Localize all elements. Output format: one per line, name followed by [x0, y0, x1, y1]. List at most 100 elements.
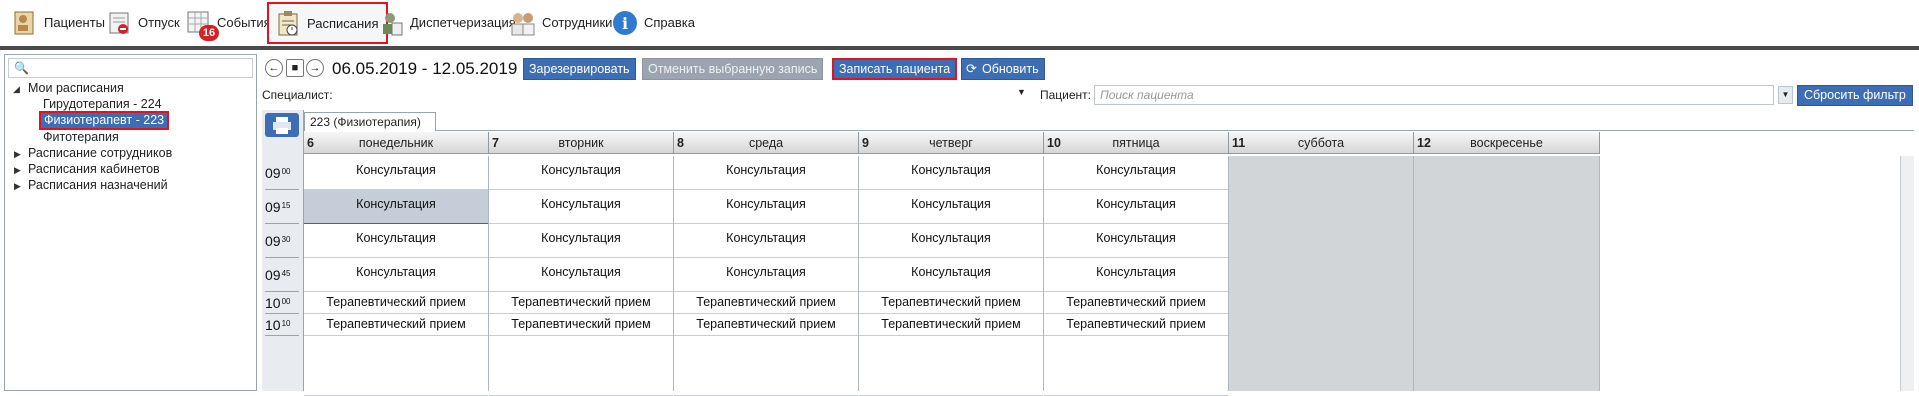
refresh-label: Обновить — [982, 62, 1039, 76]
collapse-arrow-icon[interactable]: ◢ — [13, 80, 20, 99]
day-column-11[interactable] — [1229, 156, 1414, 391]
day-name: суббота — [1297, 136, 1345, 150]
appointment-slot[interactable]: Консультация — [859, 258, 1043, 292]
time-hour: 09 — [265, 165, 281, 181]
tree-search-input[interactable]: 🔍 — [8, 58, 253, 78]
appointment-slot[interactable]: Консультация — [304, 258, 488, 292]
appointment-slot-partial[interactable] — [304, 336, 488, 396]
patients-icon — [12, 9, 38, 37]
day-column-10[interactable]: Консультация Консультация Консультация Конс… — [1044, 156, 1229, 396]
specialist-dropdown-icon[interactable]: ▼ — [1017, 87, 1026, 97]
appointment-slot[interactable]: Консультация — [489, 190, 673, 224]
appointment-slot[interactable]: Консультация — [489, 258, 673, 292]
appointment-slot[interactable]: Консультация — [1044, 258, 1228, 292]
appointment-slot[interactable]: Консультация — [1044, 156, 1228, 190]
calendar-button[interactable]: ■ — [286, 59, 304, 77]
time-minute: 30 — [281, 235, 291, 244]
time-label: 1010 — [265, 317, 290, 333]
appointment-slot[interactable]: Консультация — [859, 190, 1043, 224]
appointment-slot[interactable]: Консультация — [859, 224, 1043, 258]
reset-filter-button[interactable]: Сбросить фильтр — [1797, 85, 1913, 106]
appointment-slot[interactable]: Консультация — [674, 190, 858, 224]
time-hour: 09 — [265, 199, 281, 215]
time-minute: 00 — [281, 167, 291, 176]
tree-appointment-schedules[interactable]: ▶ Расписания назначений — [13, 176, 168, 195]
printer-icon — [273, 117, 291, 134]
tab-strip-line — [304, 130, 1914, 131]
tree-appointment-schedules-label: Расписания назначений — [28, 178, 168, 192]
time-hour: 10 — [265, 317, 281, 333]
prev-week-button[interactable]: ← — [265, 59, 283, 77]
appointment-slot-partial[interactable] — [1044, 336, 1228, 396]
patient-dropdown-icon[interactable]: ▼ — [1778, 86, 1793, 104]
print-button[interactable] — [265, 113, 299, 137]
appointment-slot[interactable]: Терапевтический прием — [859, 314, 1043, 336]
appointment-slot[interactable]: Терапевтический прием — [304, 292, 488, 314]
appointment-slot[interactable]: Консультация — [674, 258, 858, 292]
time-minute: 10 — [281, 319, 291, 328]
menu-vacation[interactable]: Отпуск — [106, 4, 180, 41]
day-name: вторник — [558, 136, 604, 150]
time-label: 0945 — [265, 267, 290, 283]
tree-room-schedules-label: Расписания кабинетов — [28, 162, 160, 176]
menu-help-label: Справка — [644, 15, 695, 30]
refresh-icon: ⟳ — [966, 61, 977, 76]
info-icon: i — [612, 9, 638, 37]
appointment-slot[interactable]: Консультация — [304, 190, 488, 224]
day-header-8: 8 среда — [674, 132, 859, 154]
day-column-8[interactable]: Консультация Консультация Консультация Конс… — [674, 156, 859, 396]
next-week-button[interactable]: → — [306, 59, 324, 77]
menu-staff[interactable]: Сотрудники — [510, 4, 612, 41]
staff-icon — [510, 9, 536, 37]
appointment-slot[interactable]: Консультация — [859, 156, 1043, 190]
expand-arrow-icon[interactable]: ▶ — [14, 177, 21, 196]
appointment-slot[interactable]: Терапевтический прием — [674, 292, 858, 314]
time-separator — [265, 313, 299, 314]
appointment-slot[interactable]: Терапевтический прием — [1044, 314, 1228, 336]
time-separator — [265, 223, 299, 224]
day-column-6[interactable]: Консультация Консультация Консультация Конс… — [304, 156, 489, 396]
tab-room-223[interactable]: 223 (Физиотерапия) — [304, 112, 436, 131]
time-minute: 45 — [281, 269, 291, 278]
menu-help[interactable]: i Справка — [612, 4, 695, 41]
appointment-slot[interactable]: Консультация — [489, 224, 673, 258]
appointment-slot-partial[interactable] — [859, 336, 1043, 396]
appointment-slot[interactable]: Терапевтический прием — [304, 314, 488, 336]
vertical-scrollbar[interactable] — [1900, 156, 1914, 391]
day-column-9[interactable]: Консультация Консультация Консультация Конс… — [859, 156, 1044, 396]
appointment-slot[interactable]: Консультация — [1044, 224, 1228, 258]
reserve-button[interactable]: Зарезервировать — [523, 58, 636, 80]
appointment-slot[interactable]: Терапевтический прием — [859, 292, 1043, 314]
refresh-button[interactable]: ⟳ Обновить — [961, 58, 1045, 80]
time-label: 0930 — [265, 233, 290, 249]
patient-search-input[interactable]: Поиск пациента — [1094, 85, 1774, 105]
menu-patients[interactable]: Пациенты — [12, 4, 105, 41]
book-patient-button[interactable]: Записать пациента — [832, 58, 958, 80]
menu-schedules[interactable]: Расписания — [267, 2, 389, 44]
appointment-slot[interactable]: Терапевтический прием — [674, 314, 858, 336]
day-column-12[interactable] — [1414, 156, 1600, 391]
day-name: воскресенье — [1470, 136, 1543, 150]
filter-bar: Специалист: ▼ Пациент: Поиск пациента ▼ … — [262, 85, 1913, 107]
top-divider — [0, 46, 1919, 50]
day-column-7[interactable]: Консультация Консультация Консультация Конс… — [489, 156, 674, 396]
menu-events[interactable]: 16 События — [185, 4, 271, 41]
date-range: 06.05.2019 - 12.05.2019 — [332, 59, 518, 78]
appointment-slot[interactable]: Терапевтический прием — [489, 314, 673, 336]
time-separator — [265, 335, 299, 336]
appointment-slot[interactable]: Консультация — [674, 156, 858, 190]
cancel-record-button[interactable]: Отменить выбранную запись — [642, 58, 824, 80]
menu-dispensary[interactable]: Диспетчеризация — [378, 4, 516, 41]
appointment-slot[interactable]: Консультация — [489, 156, 673, 190]
tree-staff-schedules-label: Расписание сотрудников — [28, 146, 173, 160]
appointment-slot[interactable]: Консультация — [304, 156, 488, 190]
appointment-slot[interactable]: Консультация — [674, 224, 858, 258]
appointment-slot[interactable]: Терапевтический прием — [1044, 292, 1228, 314]
appointment-slot[interactable]: Консультация — [1044, 190, 1228, 224]
appointment-slot[interactable]: Консультация — [304, 224, 488, 258]
time-separator — [265, 189, 299, 190]
appointment-slot-partial[interactable] — [674, 336, 858, 396]
day-header-11: 11 суббота — [1229, 132, 1414, 154]
appointment-slot[interactable]: Терапевтический прием — [489, 292, 673, 314]
appointment-slot-partial[interactable] — [489, 336, 673, 396]
